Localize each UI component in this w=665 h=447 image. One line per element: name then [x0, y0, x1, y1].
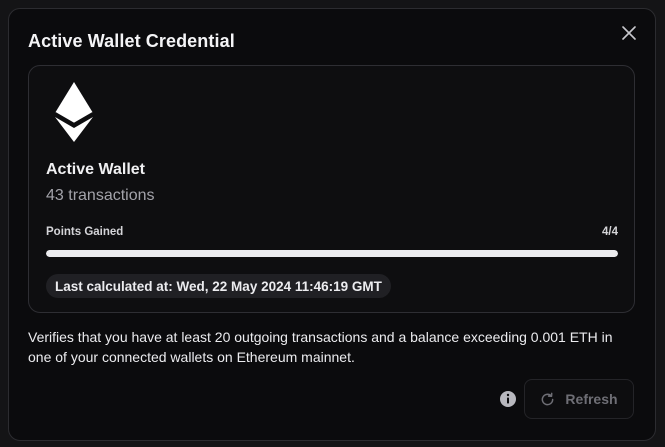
credential-description: Verifies that you have at least 20 outgo…: [28, 329, 613, 365]
refresh-label: Refresh: [565, 391, 618, 407]
info-icon[interactable]: [499, 390, 517, 408]
ethereum-icon: [55, 82, 93, 142]
refresh-icon: [542, 392, 554, 405]
close-icon: [622, 26, 636, 40]
transaction-count: 43 transactions: [46, 187, 155, 204]
points-label: Points Gained: [46, 226, 124, 238]
credential-card: Active Wallet 43 transactions Points Gai…: [28, 65, 635, 313]
points-value: 4/4: [602, 226, 618, 238]
points-progress-fill: [46, 250, 618, 257]
refresh-button[interactable]: Refresh: [524, 379, 634, 419]
last-calculated-badge: Last calculated at: Wed, 22 May 2024 11:…: [46, 274, 391, 298]
credential-name: Active Wallet: [46, 161, 145, 178]
dialog-title: Active Wallet Credential: [28, 31, 235, 51]
close-button[interactable]: [619, 23, 639, 43]
points-progress-bar: [46, 250, 618, 257]
credential-dialog: Active Wallet Credential Active Wallet 4…: [8, 8, 656, 441]
